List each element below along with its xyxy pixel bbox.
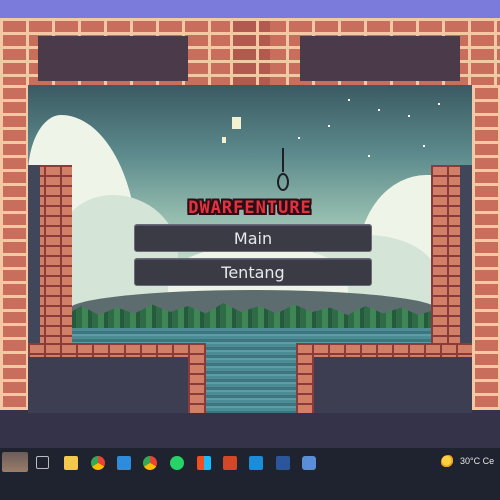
frame-left-shadow <box>28 165 40 355</box>
dark-panel-top-left <box>38 36 188 81</box>
whatsapp-icon[interactable] <box>170 456 184 470</box>
pillar-left <box>188 343 206 413</box>
weather-text[interactable]: 30°C Ce <box>460 456 494 466</box>
lower-right-shadow <box>314 357 472 413</box>
star <box>378 109 380 111</box>
small-moon <box>222 137 226 143</box>
word-icon[interactable] <box>276 456 290 470</box>
frame-right-shadow <box>460 165 472 355</box>
dark-floor <box>0 410 500 448</box>
file-explorer-icon[interactable] <box>64 456 78 470</box>
star <box>438 103 440 105</box>
task-view-icon[interactable] <box>36 456 49 469</box>
game-window[interactable]: DWARFENTURE Main Tentang <box>28 85 472 413</box>
brick-wall-left <box>0 85 28 410</box>
brick-wall-right <box>472 85 500 410</box>
desktop: DWARFENTURE Main Tentang 30°C Ce <box>0 0 500 500</box>
star <box>328 125 330 127</box>
main-button[interactable]: Main <box>134 224 372 252</box>
star <box>368 155 370 157</box>
chrome-icon[interactable] <box>91 456 105 470</box>
dark-panel-top-right <box>300 36 460 81</box>
frame-bottom-right <box>296 343 472 357</box>
start-thumbnail-icon[interactable] <box>2 452 28 472</box>
powerpoint-icon[interactable] <box>223 456 237 470</box>
star <box>423 145 425 147</box>
taskbar: 30°C Ce <box>0 448 500 500</box>
frame-bottom-left <box>28 343 206 357</box>
weather-sun-icon[interactable] <box>441 455 455 469</box>
star <box>348 99 350 101</box>
lower-left-shadow <box>28 357 188 413</box>
top-strip <box>0 0 500 18</box>
game-icon[interactable] <box>302 456 316 470</box>
brick-column-top <box>230 18 270 85</box>
chrome-alt-icon[interactable] <box>143 456 157 470</box>
about-button[interactable]: Tentang <box>134 258 372 286</box>
game-title: DWARFENTURE <box>188 198 312 218</box>
pillar-right <box>296 343 314 413</box>
star <box>298 137 300 139</box>
vscode-icon[interactable] <box>117 456 131 470</box>
moon <box>232 117 241 129</box>
figma-icon[interactable] <box>197 456 211 470</box>
star <box>408 115 410 117</box>
photos-icon[interactable] <box>249 456 263 470</box>
hanging-lamp-icon <box>277 148 289 191</box>
